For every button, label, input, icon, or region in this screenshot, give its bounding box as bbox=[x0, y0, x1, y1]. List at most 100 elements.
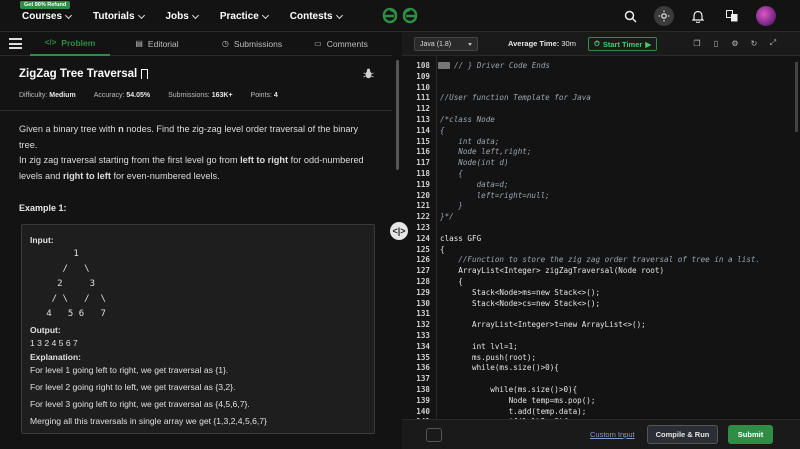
nav-item-courses[interactable]: Courses bbox=[22, 11, 73, 22]
code-text: Stack<Node>cs=new Stack<>(); bbox=[440, 298, 601, 308]
code-line[interactable]: 123 bbox=[402, 222, 800, 233]
code-line[interactable]: 135 ms.push(root); bbox=[402, 352, 800, 363]
nav-menu: Courses Tutorials Jobs Practice Contests bbox=[22, 11, 343, 22]
nav-item-contests[interactable]: Contests bbox=[290, 11, 343, 22]
tab-submissions[interactable]: ◷ Submissions bbox=[204, 32, 300, 56]
line-number: 134 bbox=[416, 341, 430, 351]
line-number: 113 bbox=[416, 115, 430, 124]
line-number: 115 bbox=[416, 136, 430, 146]
code-line[interactable]: 133 bbox=[402, 330, 800, 341]
theme-toggle-icon[interactable] bbox=[654, 6, 674, 26]
line-number: 125 bbox=[416, 244, 430, 254]
fold-marker-icon[interactable] bbox=[438, 62, 450, 69]
line-number: 139 bbox=[416, 395, 430, 405]
code-line[interactable]: 119 data=d; bbox=[402, 179, 800, 190]
line-number: 130 bbox=[416, 298, 430, 308]
chevron-down-icon bbox=[335, 11, 343, 19]
copy-icon[interactable]: ❐ bbox=[692, 38, 702, 48]
line-number: 129 bbox=[416, 287, 430, 297]
code-line[interactable]: 108 // } Driver Code Ends bbox=[402, 60, 800, 71]
translate-icon[interactable] bbox=[722, 6, 742, 26]
gfg-logo-icon[interactable] bbox=[380, 6, 420, 26]
code-text: Stack<Node>ms=new Stack<>(); bbox=[440, 287, 601, 297]
code-line[interactable]: 112 bbox=[402, 103, 800, 114]
custom-input-link[interactable]: Custom Input bbox=[590, 430, 635, 439]
nav-item-tutorials[interactable]: Tutorials bbox=[93, 11, 145, 22]
code-line[interactable]: 134 int lvl=1; bbox=[402, 341, 800, 352]
chevron-down-icon bbox=[261, 11, 269, 19]
code-line[interactable]: 130 Stack<Node>cs=new Stack<>(); bbox=[402, 298, 800, 309]
code-line[interactable]: 131 bbox=[402, 308, 800, 319]
menu-icon[interactable] bbox=[0, 32, 30, 56]
code-line[interactable]: 113 /*class Node bbox=[402, 114, 800, 125]
code-line[interactable]: 140 t.add(temp.data); bbox=[402, 406, 800, 417]
language-select[interactable]: Java (1.8) bbox=[414, 37, 478, 51]
code-line[interactable]: 137 bbox=[402, 373, 800, 384]
code-text: ms.push(root); bbox=[440, 352, 537, 362]
tab-problem[interactable]: </> Problem bbox=[30, 32, 110, 56]
document-icon[interactable]: ▯ bbox=[711, 38, 721, 48]
code-line[interactable]: 127 ArrayList<Integer> zigZagTraversal(N… bbox=[402, 265, 800, 276]
timer-icon: ⏱ bbox=[594, 39, 600, 48]
problem-pane: </> Problem ▤ Editorial ◷ Submissions ▭ Comm… bbox=[0, 32, 392, 449]
line-number: 110 bbox=[416, 82, 430, 92]
clock-icon: ◷ bbox=[221, 39, 229, 48]
code-line[interactable]: 138 while(ms.size()>0){ bbox=[402, 384, 800, 395]
code-editor[interactable]: 108 // } Driver Code Ends 109 110 111 //User … bbox=[402, 56, 800, 449]
problem-scrollbar[interactable] bbox=[396, 60, 399, 170]
start-timer-button[interactable]: ⏱ Start Timer ▶ bbox=[588, 37, 658, 51]
nav-item-practice[interactable]: Practice bbox=[220, 11, 269, 22]
code-text: Node left,right; bbox=[440, 147, 532, 157]
output-value: 1 3 2 4 5 6 7 bbox=[30, 338, 78, 348]
code-icon: </> bbox=[44, 38, 57, 47]
example-box: Input: 1 / \ 2 3 / \ / \ 4 5 6 7 Output:… bbox=[21, 224, 375, 434]
avatar[interactable] bbox=[756, 6, 776, 26]
output-label: Output: bbox=[30, 325, 61, 335]
bug-report-icon[interactable] bbox=[363, 68, 374, 82]
search-icon[interactable] bbox=[620, 6, 640, 26]
code-line[interactable]: 132 ArrayList<Integer>t=new ArrayList<>(… bbox=[402, 319, 800, 330]
code-line[interactable]: 120 left=right=null; bbox=[402, 190, 800, 201]
problem-tabbar: </> Problem ▤ Editorial ◷ Submissions ▭ Comm… bbox=[0, 32, 392, 56]
code-scrollbar[interactable] bbox=[795, 62, 798, 132]
code-line[interactable]: 139 Node temp=ms.pop(); bbox=[402, 395, 800, 406]
nav-item-jobs[interactable]: Jobs bbox=[166, 11, 199, 22]
code-line[interactable]: 122}*/ bbox=[402, 211, 800, 222]
code-line[interactable]: 118 { bbox=[402, 168, 800, 179]
compile-run-button[interactable]: Compile & Run bbox=[647, 425, 718, 444]
code-line[interactable]: 110 bbox=[402, 82, 800, 93]
refund-badge[interactable]: Get 90% Refund bbox=[20, 1, 71, 9]
resize-handle-icon[interactable]: <|> bbox=[390, 222, 408, 240]
code-line[interactable]: 114 { bbox=[402, 125, 800, 136]
code-line[interactable]: 136 while(ms.size()>0){ bbox=[402, 362, 800, 373]
code-line[interactable]: 121 } bbox=[402, 200, 800, 211]
code-line[interactable]: 124 class GFG bbox=[402, 233, 800, 244]
code-line[interactable]: 109 bbox=[402, 71, 800, 82]
code-line[interactable]: 128 { bbox=[402, 276, 800, 287]
line-number: 127 bbox=[416, 266, 430, 276]
code-line[interactable]: 125 { bbox=[402, 244, 800, 255]
code-text: //Function to store the zig zag order tr… bbox=[440, 255, 761, 265]
bookmark-icon[interactable] bbox=[141, 69, 149, 79]
line-number: 137 bbox=[416, 374, 430, 384]
explanation-line: For level 2 going right to left, we get … bbox=[30, 382, 236, 392]
tab-editorial[interactable]: ▤ Editorial bbox=[110, 32, 204, 56]
fullscreen-icon[interactable]: ⤢ bbox=[768, 38, 778, 48]
code-line[interactable]: 115 int data; bbox=[402, 136, 800, 147]
settings-icon[interactable]: ⚙ bbox=[730, 38, 740, 48]
input-label: Input: bbox=[30, 235, 54, 245]
code-line[interactable]: 117 Node(int d) bbox=[402, 157, 800, 168]
bell-icon[interactable] bbox=[688, 6, 708, 26]
chevron-down-icon bbox=[191, 11, 199, 19]
code-line[interactable]: 126 //Function to store the zig zag orde… bbox=[402, 254, 800, 265]
code-text: } bbox=[440, 201, 463, 211]
line-number: 140 bbox=[416, 406, 430, 416]
code-text: //User function Template for Java bbox=[440, 93, 591, 103]
code-line[interactable]: 129 Stack<Node>ms=new Stack<>(); bbox=[402, 287, 800, 298]
reset-icon[interactable]: ↻ bbox=[749, 38, 759, 48]
tab-comments[interactable]: ▭ Comments bbox=[300, 32, 382, 56]
expand-console-button[interactable] bbox=[426, 428, 442, 442]
code-line[interactable]: 111 //User function Template for Java bbox=[402, 92, 800, 103]
code-line[interactable]: 116 Node left,right; bbox=[402, 146, 800, 157]
submit-button[interactable]: Submit bbox=[728, 425, 773, 444]
